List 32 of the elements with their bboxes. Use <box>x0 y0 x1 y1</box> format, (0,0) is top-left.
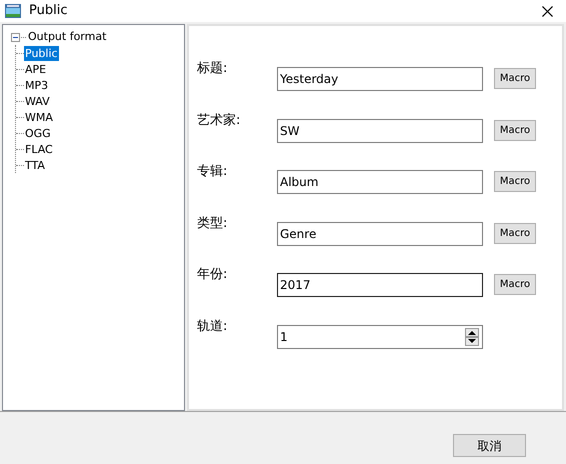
field-label: 艺术家: <box>197 112 242 128</box>
input-field[interactable]: Yesterday <box>277 67 483 91</box>
field-label: 专辑: <box>197 164 228 180</box>
close-icon[interactable] <box>542 6 553 16</box>
spinner-icon[interactable] <box>465 328 479 346</box>
field-label: 类型: <box>197 216 228 232</box>
app-icon <box>5 4 21 18</box>
cancel-button[interactable]: 取消 <box>453 434 526 457</box>
tree-item[interactable]: WAV <box>24 94 51 108</box>
macro-button[interactable]: Macro <box>494 222 536 244</box>
tree-item[interactable]: APE <box>24 62 48 76</box>
field-label: 年份: <box>197 267 228 283</box>
macro-button[interactable]: Macro <box>494 120 536 140</box>
field-label: 轨道: <box>197 318 228 334</box>
tree-item[interactable]: Output format <box>27 30 108 44</box>
window-title: Public <box>29 2 68 20</box>
tree-item[interactable]: Public <box>24 46 59 60</box>
input-field[interactable]: Album <box>277 170 483 194</box>
input-field[interactable]: SW <box>277 118 483 142</box>
macro-button[interactable]: Macro <box>494 171 536 192</box>
field-label: 标题: <box>197 61 228 77</box>
tree-item[interactable]: WMA <box>24 110 54 124</box>
macro-button[interactable]: Macro <box>494 68 536 89</box>
tree-item[interactable]: MP3 <box>24 78 50 92</box>
macro-button[interactable]: Macro <box>494 274 536 295</box>
tree-item[interactable]: FLAC <box>24 142 54 156</box>
tree-item[interactable]: TTA <box>24 158 46 172</box>
input-field[interactable]: Genre <box>277 222 483 246</box>
spin-field[interactable]: 1 <box>277 324 483 348</box>
input-field[interactable]: 2017 <box>277 273 483 297</box>
collapse-icon[interactable] <box>11 32 20 42</box>
tree-item[interactable]: OGG <box>24 126 52 140</box>
